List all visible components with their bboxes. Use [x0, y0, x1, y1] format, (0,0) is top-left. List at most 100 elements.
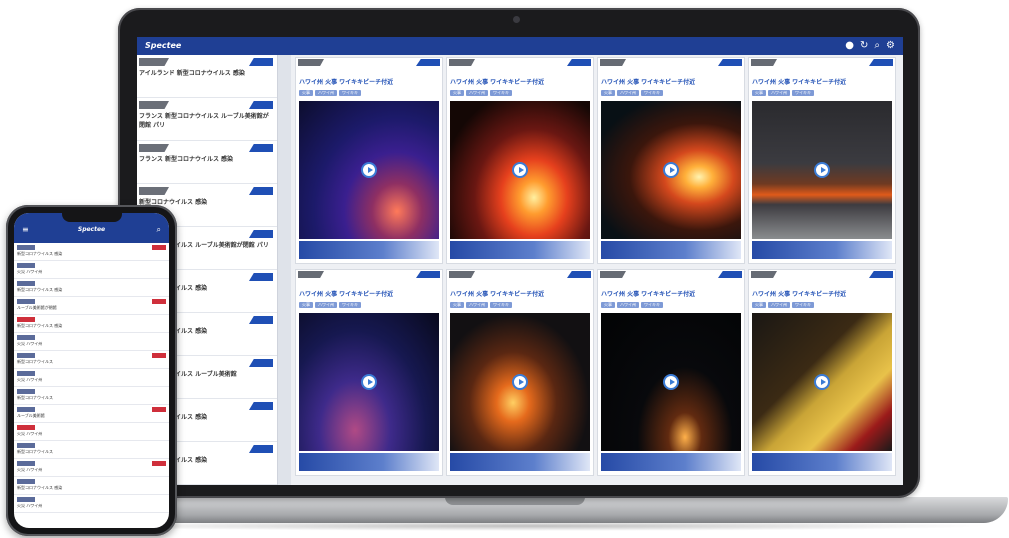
tag-column[interactable] [278, 55, 291, 485]
tag-chip[interactable]: ハワイ州 [768, 302, 790, 308]
category-badge [17, 479, 35, 484]
phone-feed-text: 火災 ハワイ州 [17, 467, 43, 472]
phone-feed-item[interactable]: 新型コロナウイルス [14, 351, 169, 369]
video-card[interactable]: ハワイ州 火事 ワイキキビーチ付近 火事 ハワイ州 ワイキキ [748, 57, 896, 264]
category-badge [17, 335, 35, 340]
video-card[interactable]: ハワイ州 火事 ワイキキビーチ付近 火事 ハワイ州 ワイキキ [446, 57, 594, 264]
app-header: Spectee ● ↻ ⌕ ⚙ [137, 37, 903, 55]
phone-feed-item[interactable]: ルーブル美術館 [14, 405, 169, 423]
count-badge [249, 187, 273, 195]
tag-chip[interactable]: ワイキキ [339, 302, 361, 308]
tag-chip[interactable]: 火事 [752, 302, 766, 308]
sidebar-item[interactable]: フランス 新型コロナウイルス ルーブル美術館が閉館 パリ [137, 98, 277, 141]
phone-feed-text: 火災 ハワイ州 [17, 377, 43, 382]
tag-chip[interactable]: ワイキキ [490, 302, 512, 308]
sidebar-item[interactable]: フランス 新型コロナウイルス 感染 [137, 141, 277, 184]
play-icon[interactable] [814, 374, 830, 390]
notification-icon[interactable]: ● [845, 39, 854, 53]
tag-chip[interactable]: ハワイ州 [466, 90, 488, 96]
category-badge [17, 461, 35, 466]
play-icon[interactable] [814, 162, 830, 178]
video-card[interactable]: ハワイ州 火事 ワイキキビーチ付近 火事 ハワイ州 ワイキキ [446, 269, 594, 476]
tag-chip[interactable]: ハワイ州 [617, 302, 639, 308]
tag-chip[interactable]: ワイキキ [490, 90, 512, 96]
tag-chip[interactable]: ハワイ州 [617, 90, 639, 96]
card-footer [450, 241, 590, 259]
phone-feed-item[interactable]: ルーブル美術館が閉館 [14, 297, 169, 315]
phone-feed-item[interactable]: 新型コロナウイルス [14, 441, 169, 459]
video-card[interactable]: ハワイ州 火事 ワイキキビーチ付近 火事 ハワイ州 ワイキキ [748, 269, 896, 476]
play-icon[interactable] [512, 162, 528, 178]
count-badge [249, 316, 273, 324]
phone-feed-text: 火災 ハワイ州 [17, 269, 43, 274]
tag-chip[interactable]: 火事 [450, 90, 464, 96]
tag-chip[interactable]: ワイキキ [641, 302, 663, 308]
tag-chip[interactable]: ハワイ州 [768, 90, 790, 96]
tag-chip[interactable]: 火事 [299, 90, 313, 96]
video-thumbnail[interactable] [752, 101, 892, 239]
card-tags: 火事 ハワイ州 ワイキキ [752, 302, 814, 308]
play-icon[interactable] [663, 162, 679, 178]
play-icon[interactable] [361, 162, 377, 178]
tag-chip[interactable]: ワイキキ [792, 302, 814, 308]
phone-feed-item[interactable]: 新型コロナウイルス [14, 387, 169, 405]
count-badge [567, 271, 591, 278]
video-thumbnail[interactable] [601, 313, 741, 451]
tag-chip[interactable]: ワイキキ [339, 90, 361, 96]
category-badge [17, 497, 35, 502]
tag-chip[interactable]: 火事 [752, 90, 766, 96]
play-icon[interactable] [663, 374, 679, 390]
phone-feed-item[interactable]: 火災 ハワイ州 [14, 333, 169, 351]
tag-chip[interactable]: 火事 [601, 302, 615, 308]
card-footer [752, 453, 892, 471]
video-card[interactable]: ハワイ州 火事 ワイキキビーチ付近 火事 ハワイ州 ワイキキ [295, 269, 443, 476]
category-badge [600, 271, 626, 278]
video-thumbnail[interactable] [601, 101, 741, 239]
tag-chip[interactable]: 火事 [450, 302, 464, 308]
card-title: ハワイ州 火事 ワイキキビーチ付近 [450, 79, 545, 86]
search-icon[interactable]: ⌕ [874, 39, 880, 53]
tag-chip[interactable]: ハワイ州 [466, 302, 488, 308]
count-badge [152, 461, 166, 466]
phone-feed-item[interactable]: 火災 ハワイ州 [14, 261, 169, 279]
video-card[interactable]: ハワイ州 火事 ワイキキビーチ付近 火事 ハワイ州 ワイキキ [295, 57, 443, 264]
phone-feed-item[interactable]: 火災 ハワイ州 [14, 369, 169, 387]
card-tags: 火事 ハワイ州 ワイキキ [450, 90, 512, 96]
phone-feed-item[interactable]: 火災 ハワイ州 [14, 423, 169, 441]
video-thumbnail[interactable] [299, 313, 439, 451]
settings-icon[interactable]: ⚙ [886, 39, 895, 53]
video-thumbnail[interactable] [752, 313, 892, 451]
tag-chip[interactable]: ハワイ州 [315, 90, 337, 96]
refresh-icon[interactable]: ↻ [860, 39, 868, 53]
phone-feed-item[interactable]: 火災 ハワイ州 [14, 495, 169, 513]
card-header [447, 270, 593, 279]
laptop-screen: Spectee ● ↻ ⌕ ⚙ アイルランド 新型コロナウイルス 感染 フランス … [137, 37, 903, 485]
tag-chip[interactable]: ハワイ州 [315, 302, 337, 308]
video-thumbnail[interactable] [450, 101, 590, 239]
play-icon[interactable] [512, 374, 528, 390]
count-badge [249, 230, 273, 238]
sidebar-item[interactable]: アイルランド 新型コロナウイルス 感染 [137, 55, 277, 98]
search-icon[interactable]: ⌕ [157, 225, 161, 235]
tag-chip[interactable]: 火事 [299, 302, 313, 308]
tag-chip[interactable]: 火事 [601, 90, 615, 96]
video-card[interactable]: ハワイ州 火事 ワイキキビーチ付近 火事 ハワイ州 ワイキキ [597, 57, 745, 264]
tag-chip[interactable]: ワイキキ [792, 90, 814, 96]
category-badge [17, 263, 35, 268]
play-icon[interactable] [361, 374, 377, 390]
phone-feed-item[interactable]: 火災 ハワイ州 [14, 459, 169, 477]
video-thumbnail[interactable] [450, 313, 590, 451]
category-badge [449, 271, 475, 278]
category-badge [17, 443, 35, 448]
phone-feed-item[interactable]: 新型コロナウイルス 感染 [14, 279, 169, 297]
video-thumbnail[interactable] [299, 101, 439, 239]
video-card[interactable]: ハワイ州 火事 ワイキキビーチ付近 火事 ハワイ州 ワイキキ [597, 269, 745, 476]
category-badge [17, 299, 35, 304]
card-title: ハワイ州 火事 ワイキキビーチ付近 [450, 291, 545, 298]
phone-feed-item[interactable]: 新型コロナウイルス 感染 [14, 243, 169, 261]
phone-feed-item[interactable]: 新型コロナウイルス 感染 [14, 315, 169, 333]
phone-screen: ≡ Spectee ⌕ 新型コロナウイルス 感染 火災 ハワイ州 新型コロナウイルス… [14, 213, 169, 528]
count-badge [718, 271, 742, 278]
tag-chip[interactable]: ワイキキ [641, 90, 663, 96]
phone-feed-item[interactable]: 新型コロナウイルス 感染 [14, 477, 169, 495]
